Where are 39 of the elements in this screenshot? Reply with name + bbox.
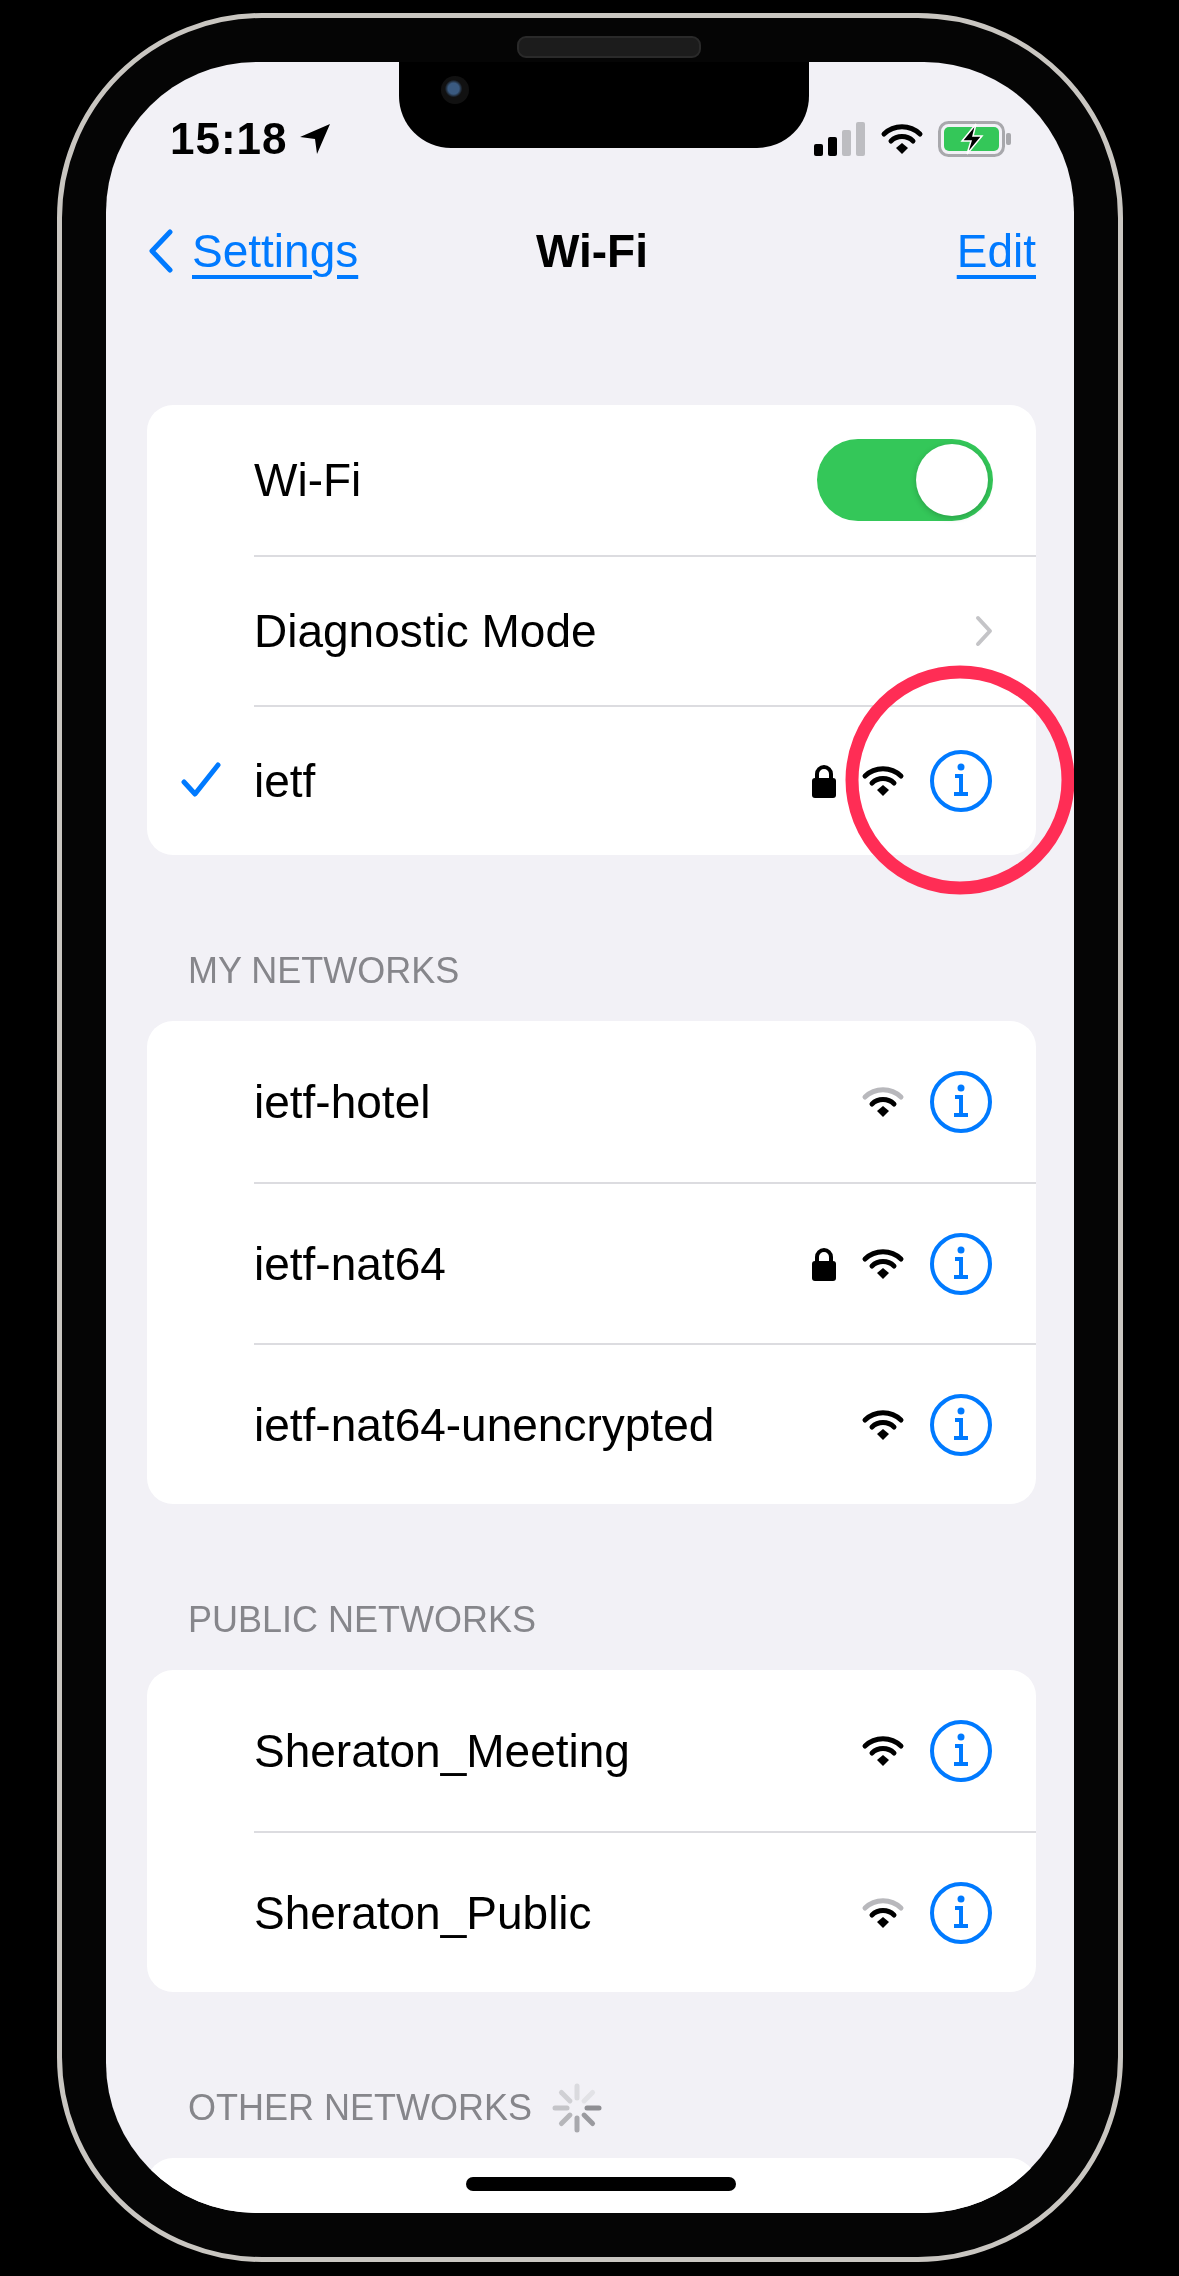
chevron-icon xyxy=(975,615,993,647)
network-row[interactable]: Sheraton_Public xyxy=(147,1831,1036,1992)
info-icon[interactable] xyxy=(929,1392,993,1457)
network-name: Sheraton_Public xyxy=(254,1885,593,1940)
network-name: ietf xyxy=(254,754,317,808)
status-time: 15:18 xyxy=(170,114,288,164)
camera-icon xyxy=(441,76,469,104)
setting-label: Diagnostic Mode xyxy=(254,604,598,658)
info-icon[interactable] xyxy=(929,1718,993,1783)
network-name: ietf-nat64-unencrypted xyxy=(254,1397,716,1452)
wifi-status-icon xyxy=(880,123,924,155)
network-row[interactable]: ietf xyxy=(147,705,1036,855)
setting-label: Wi-Fi xyxy=(254,453,363,507)
back-link-label[interactable]: Settings xyxy=(192,224,359,278)
settings-row[interactable]: Diagnostic Mode xyxy=(147,555,1036,705)
network-row[interactable]: ietf-nat64-unencrypted xyxy=(147,1343,1036,1504)
loading-spinner-icon xyxy=(552,2083,602,2133)
network-name: Sheraton_Meeting xyxy=(254,1723,631,1778)
lock-icon xyxy=(811,764,837,798)
info-icon[interactable] xyxy=(929,1069,993,1134)
info-icon[interactable] xyxy=(929,1231,993,1296)
network-name: ietf-nat64 xyxy=(254,1236,447,1291)
checkmark-icon xyxy=(180,762,221,798)
battery-charging-icon xyxy=(938,121,1012,157)
info-icon[interactable] xyxy=(929,749,993,813)
back-chevron-icon xyxy=(148,228,174,274)
section-header: OTHER NETWORKS xyxy=(188,2087,532,2129)
info-icon[interactable] xyxy=(929,1880,993,1945)
edit-link[interactable]: Edit xyxy=(956,224,1036,278)
lock-icon xyxy=(811,1246,837,1281)
network-row[interactable]: Sheraton_Meeting xyxy=(147,1670,1036,1831)
network-name: ietf-hotel xyxy=(254,1074,432,1129)
network-row[interactable]: ietf-hotel xyxy=(147,1021,1036,1182)
section-header: MY NETWORKS xyxy=(188,950,460,992)
page-title: Wi-Fi xyxy=(536,224,648,278)
network-row[interactable]: ietf-nat64 xyxy=(147,1182,1036,1343)
section-header: PUBLIC NETWORKS xyxy=(188,1599,537,1641)
cellular-signal-icon xyxy=(814,122,866,156)
back-link[interactable]: Settings xyxy=(148,224,359,278)
